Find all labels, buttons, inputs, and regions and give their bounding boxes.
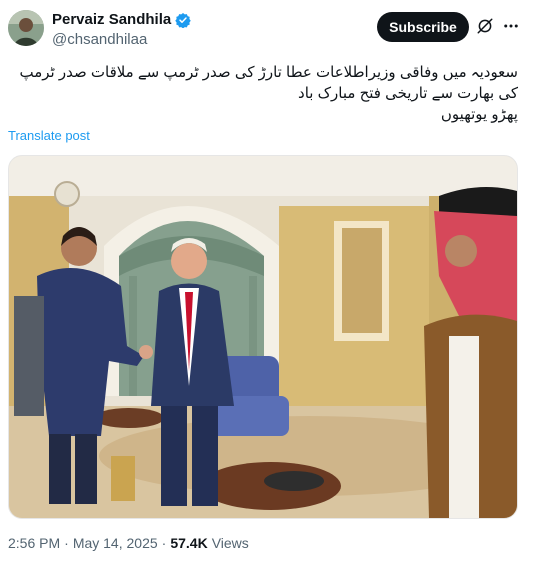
post-text-line: سعودیہ میں وفاقی وزیراطلاعات عطا تارڑ کی… (19, 64, 518, 81)
avatar-image (8, 10, 44, 46)
post-photo[interactable] (8, 155, 518, 519)
meta-separator: · (161, 535, 167, 551)
post-container: Pervaiz Sandhila @chsandhilaa Subscribe … (0, 0, 535, 562)
post-meta: 2:56 PM · May 14, 2025 · 57.4K Views (8, 535, 249, 551)
avatar[interactable] (8, 10, 44, 46)
post-time[interactable]: 2:56 PM (8, 535, 60, 551)
post-date[interactable]: May 14, 2025 (73, 535, 158, 551)
meta-separator: · (64, 535, 69, 551)
author-name-row[interactable]: Pervaiz Sandhila (52, 11, 191, 28)
views-label: Views (211, 535, 249, 551)
meeting-photo-illustration (9, 156, 517, 518)
post-text-line: کی بھارت سے تاریخی فتح مبارک باد (298, 85, 518, 102)
more-options-icon[interactable] (502, 17, 520, 35)
grok-icon[interactable] (476, 17, 494, 35)
translate-post-link[interactable]: Translate post (8, 128, 90, 143)
post-text-line: پھڑو یوتھیوں (440, 106, 518, 123)
author-handle[interactable]: @chsandhilaa (52, 31, 147, 48)
post-text: سعودیہ میں وفاقی وزیراطلاعات عطا تارڑ کی… (12, 62, 518, 125)
author-name[interactable]: Pervaiz Sandhila (52, 11, 171, 28)
verified-badge-icon (175, 12, 191, 28)
views-count[interactable]: 57.4K (170, 535, 207, 551)
subscribe-button[interactable]: Subscribe (377, 12, 469, 42)
